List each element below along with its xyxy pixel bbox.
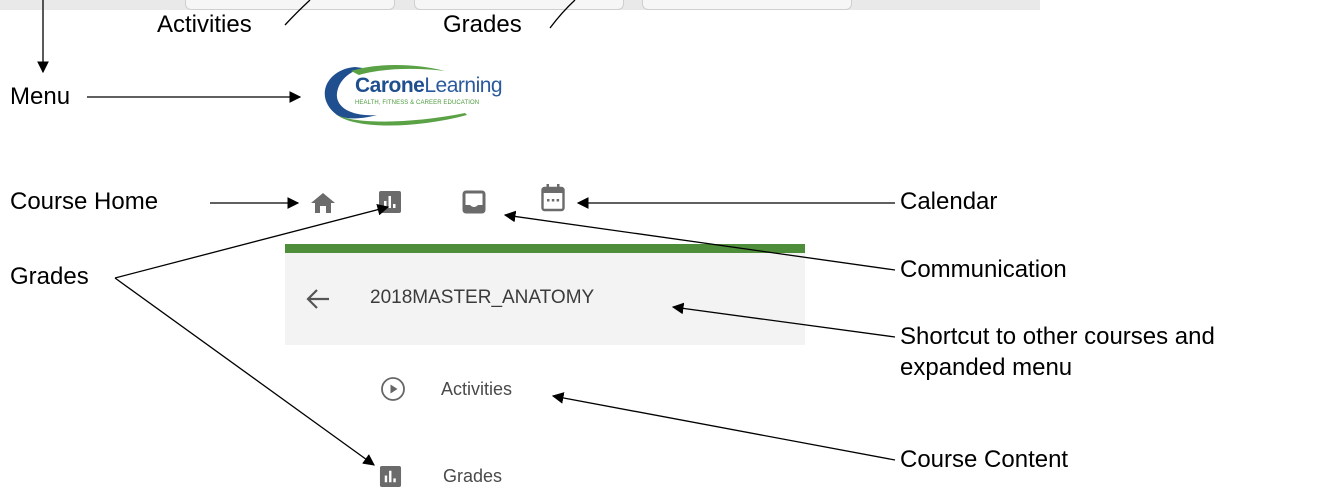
label-activities-top: Activities: [157, 11, 252, 38]
grades-nav-pointer-line: [114, 277, 375, 466]
annotation-lines: [37, 0, 896, 466]
grades-callout-line: [549, 0, 576, 29]
activities-callout-line: [284, 0, 311, 26]
label-menu: Menu: [10, 83, 71, 110]
label-course-home: Course Home: [10, 188, 159, 215]
label-course-content: Course Content: [900, 446, 1069, 473]
label-communication: Communication: [900, 256, 1067, 283]
course-content-pointer-line: [551, 392, 896, 461]
label-shortcut-line2: expanded menu: [900, 354, 1073, 381]
label-shortcut-line1: Shortcut to other courses and: [900, 323, 1215, 350]
communication-pointer-line: [503, 210, 896, 271]
grades-icon-pointer-line: [114, 203, 390, 279]
label-grades-top: Grades: [443, 11, 522, 38]
shortcut-pointer-line: [671, 302, 896, 338]
label-grades-left: Grades: [10, 263, 89, 290]
label-calendar: Calendar: [900, 188, 998, 215]
